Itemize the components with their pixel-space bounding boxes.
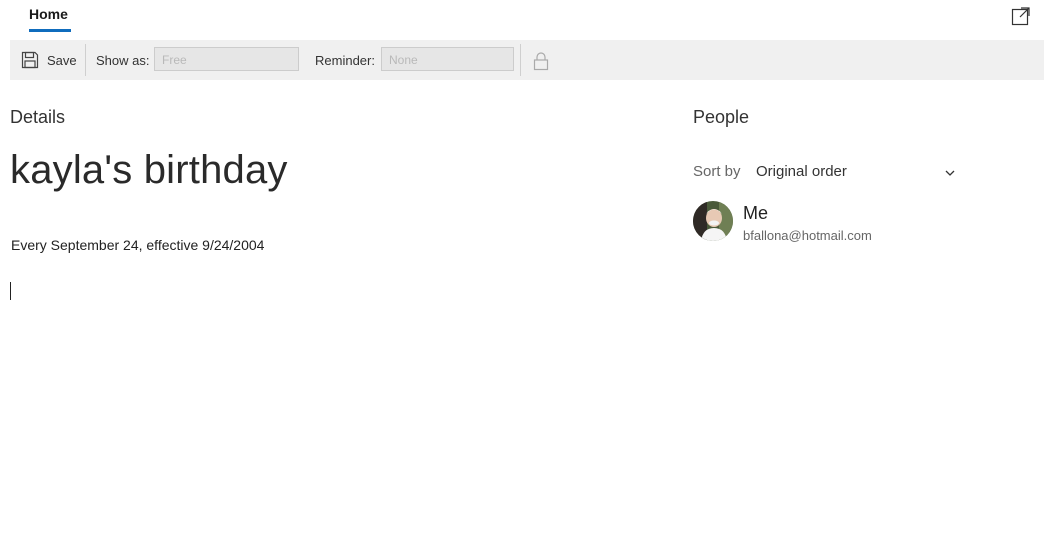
- attendee-name: Me: [743, 203, 769, 223]
- show-as-value: Free: [162, 53, 187, 67]
- reminder-label: Reminder:: [315, 53, 375, 68]
- save-button[interactable]: Save: [10, 40, 86, 80]
- event-window: Home Save Show as: Free Reminder: None D…: [0, 0, 1061, 553]
- chevron-down-icon: [944, 166, 956, 178]
- tab-home-underline: [29, 29, 71, 32]
- event-title-field[interactable]: kayla's birthday: [10, 148, 288, 193]
- sort-by-label: Sort by: [693, 163, 741, 180]
- text-cursor: [10, 282, 11, 300]
- command-toolbar: Save Show as: Free Reminder: None: [10, 40, 1044, 80]
- lock-icon[interactable]: [532, 51, 550, 71]
- reminder-dropdown[interactable]: None: [381, 47, 514, 71]
- attendee-item[interactable]: Me bfallona@hotmail.com: [693, 201, 973, 245]
- save-icon: [21, 51, 39, 69]
- toolbar-divider: [85, 44, 86, 76]
- show-as-label: Show as:: [96, 53, 150, 68]
- popout-icon[interactable]: [1011, 6, 1031, 26]
- show-as-dropdown[interactable]: Free: [154, 47, 299, 71]
- details-heading: Details: [10, 107, 66, 127]
- tab-home[interactable]: Home: [29, 6, 68, 28]
- sort-by-dropdown[interactable]: Original order: [752, 158, 958, 186]
- avatar: [693, 201, 733, 241]
- notes-editor[interactable]: [10, 278, 650, 538]
- sort-by-value: Original order: [756, 163, 847, 180]
- people-heading: People: [693, 107, 750, 127]
- reminder-value: None: [389, 53, 418, 67]
- toolbar-divider: [520, 44, 521, 76]
- recurrence-link[interactable]: Every September 24, effective 9/24/2004: [11, 237, 264, 253]
- save-label: Save: [47, 53, 77, 68]
- attendee-email: bfallona@hotmail.com: [743, 228, 872, 243]
